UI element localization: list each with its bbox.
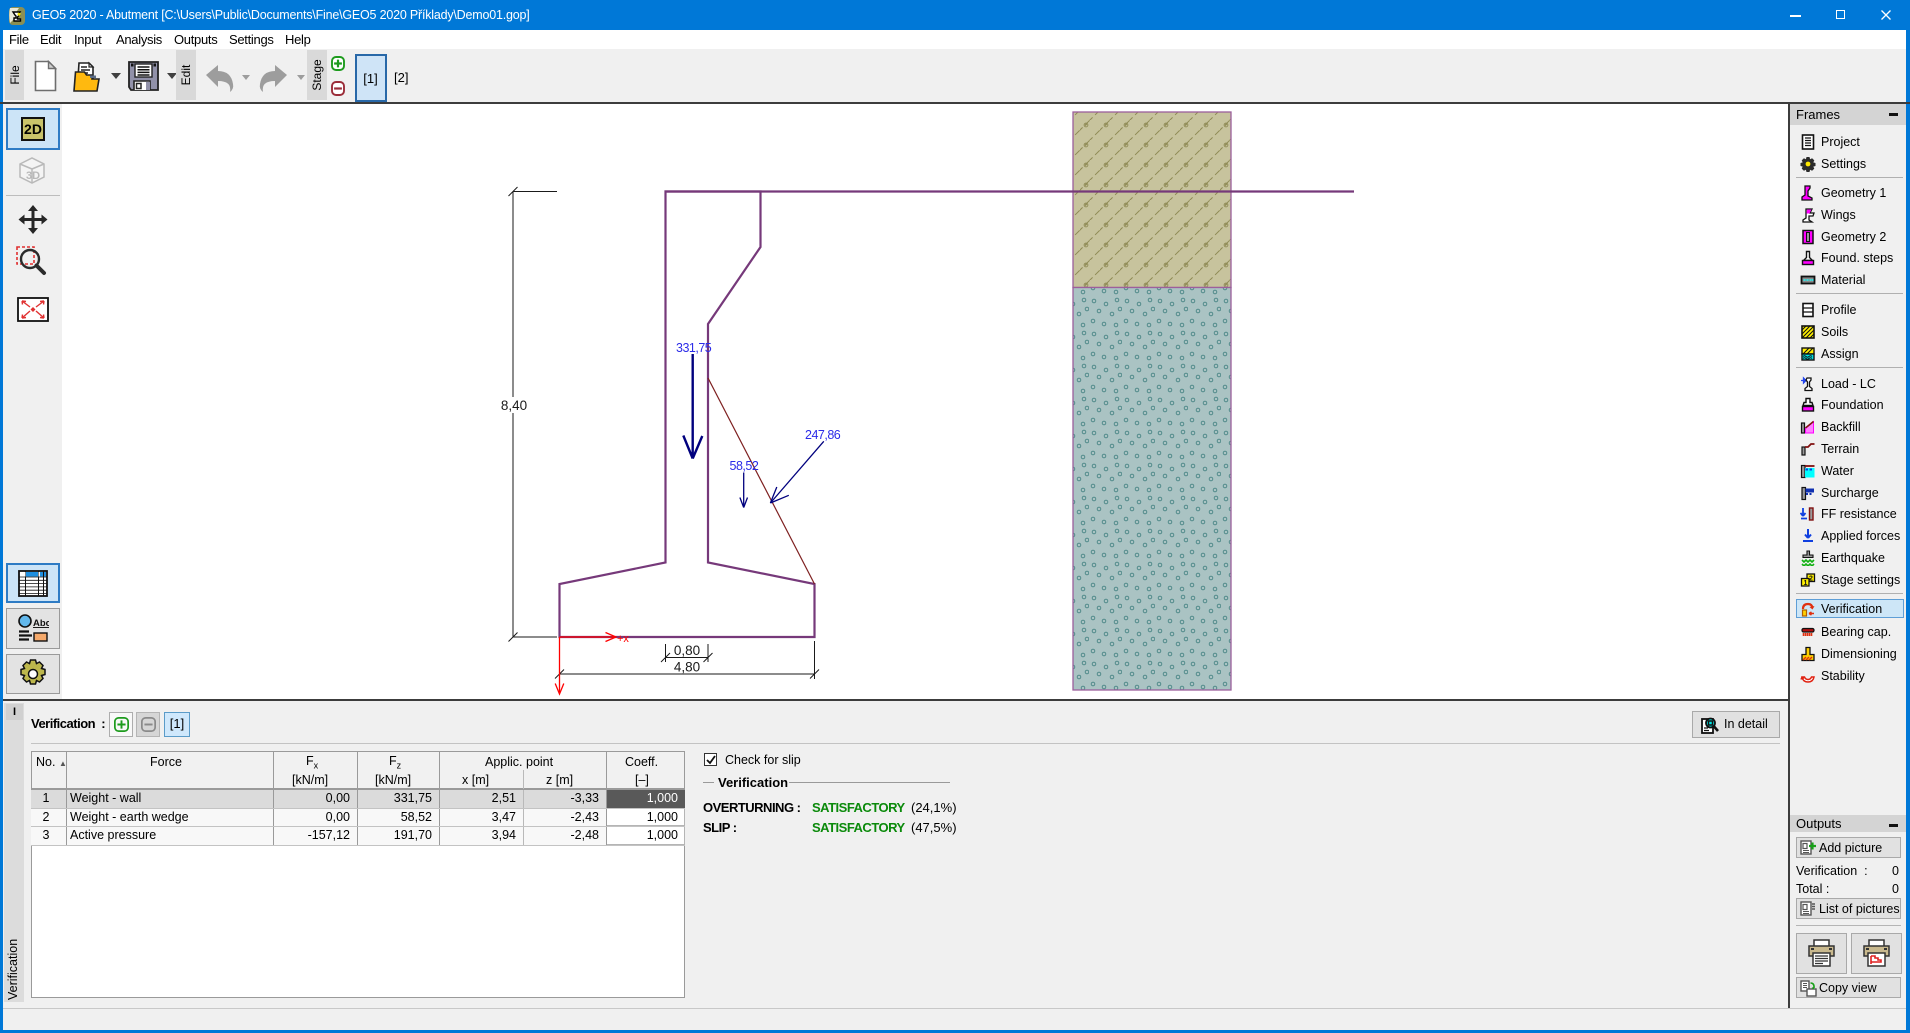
svg-text:1: 1: [1804, 580, 1808, 587]
svg-text:4,80: 4,80: [674, 660, 700, 675]
svg-text:331,75: 331,75: [676, 341, 712, 355]
svg-text:247,86: 247,86: [805, 428, 841, 442]
svg-text:8,40: 8,40: [501, 398, 527, 413]
svg-text:Abc: Abc: [33, 618, 49, 629]
svg-text:3D: 3D: [26, 170, 40, 182]
svg-text:58,52: 58,52: [730, 459, 759, 473]
svg-text:+x: +x: [617, 633, 629, 645]
svg-text:0,80: 0,80: [674, 643, 700, 658]
